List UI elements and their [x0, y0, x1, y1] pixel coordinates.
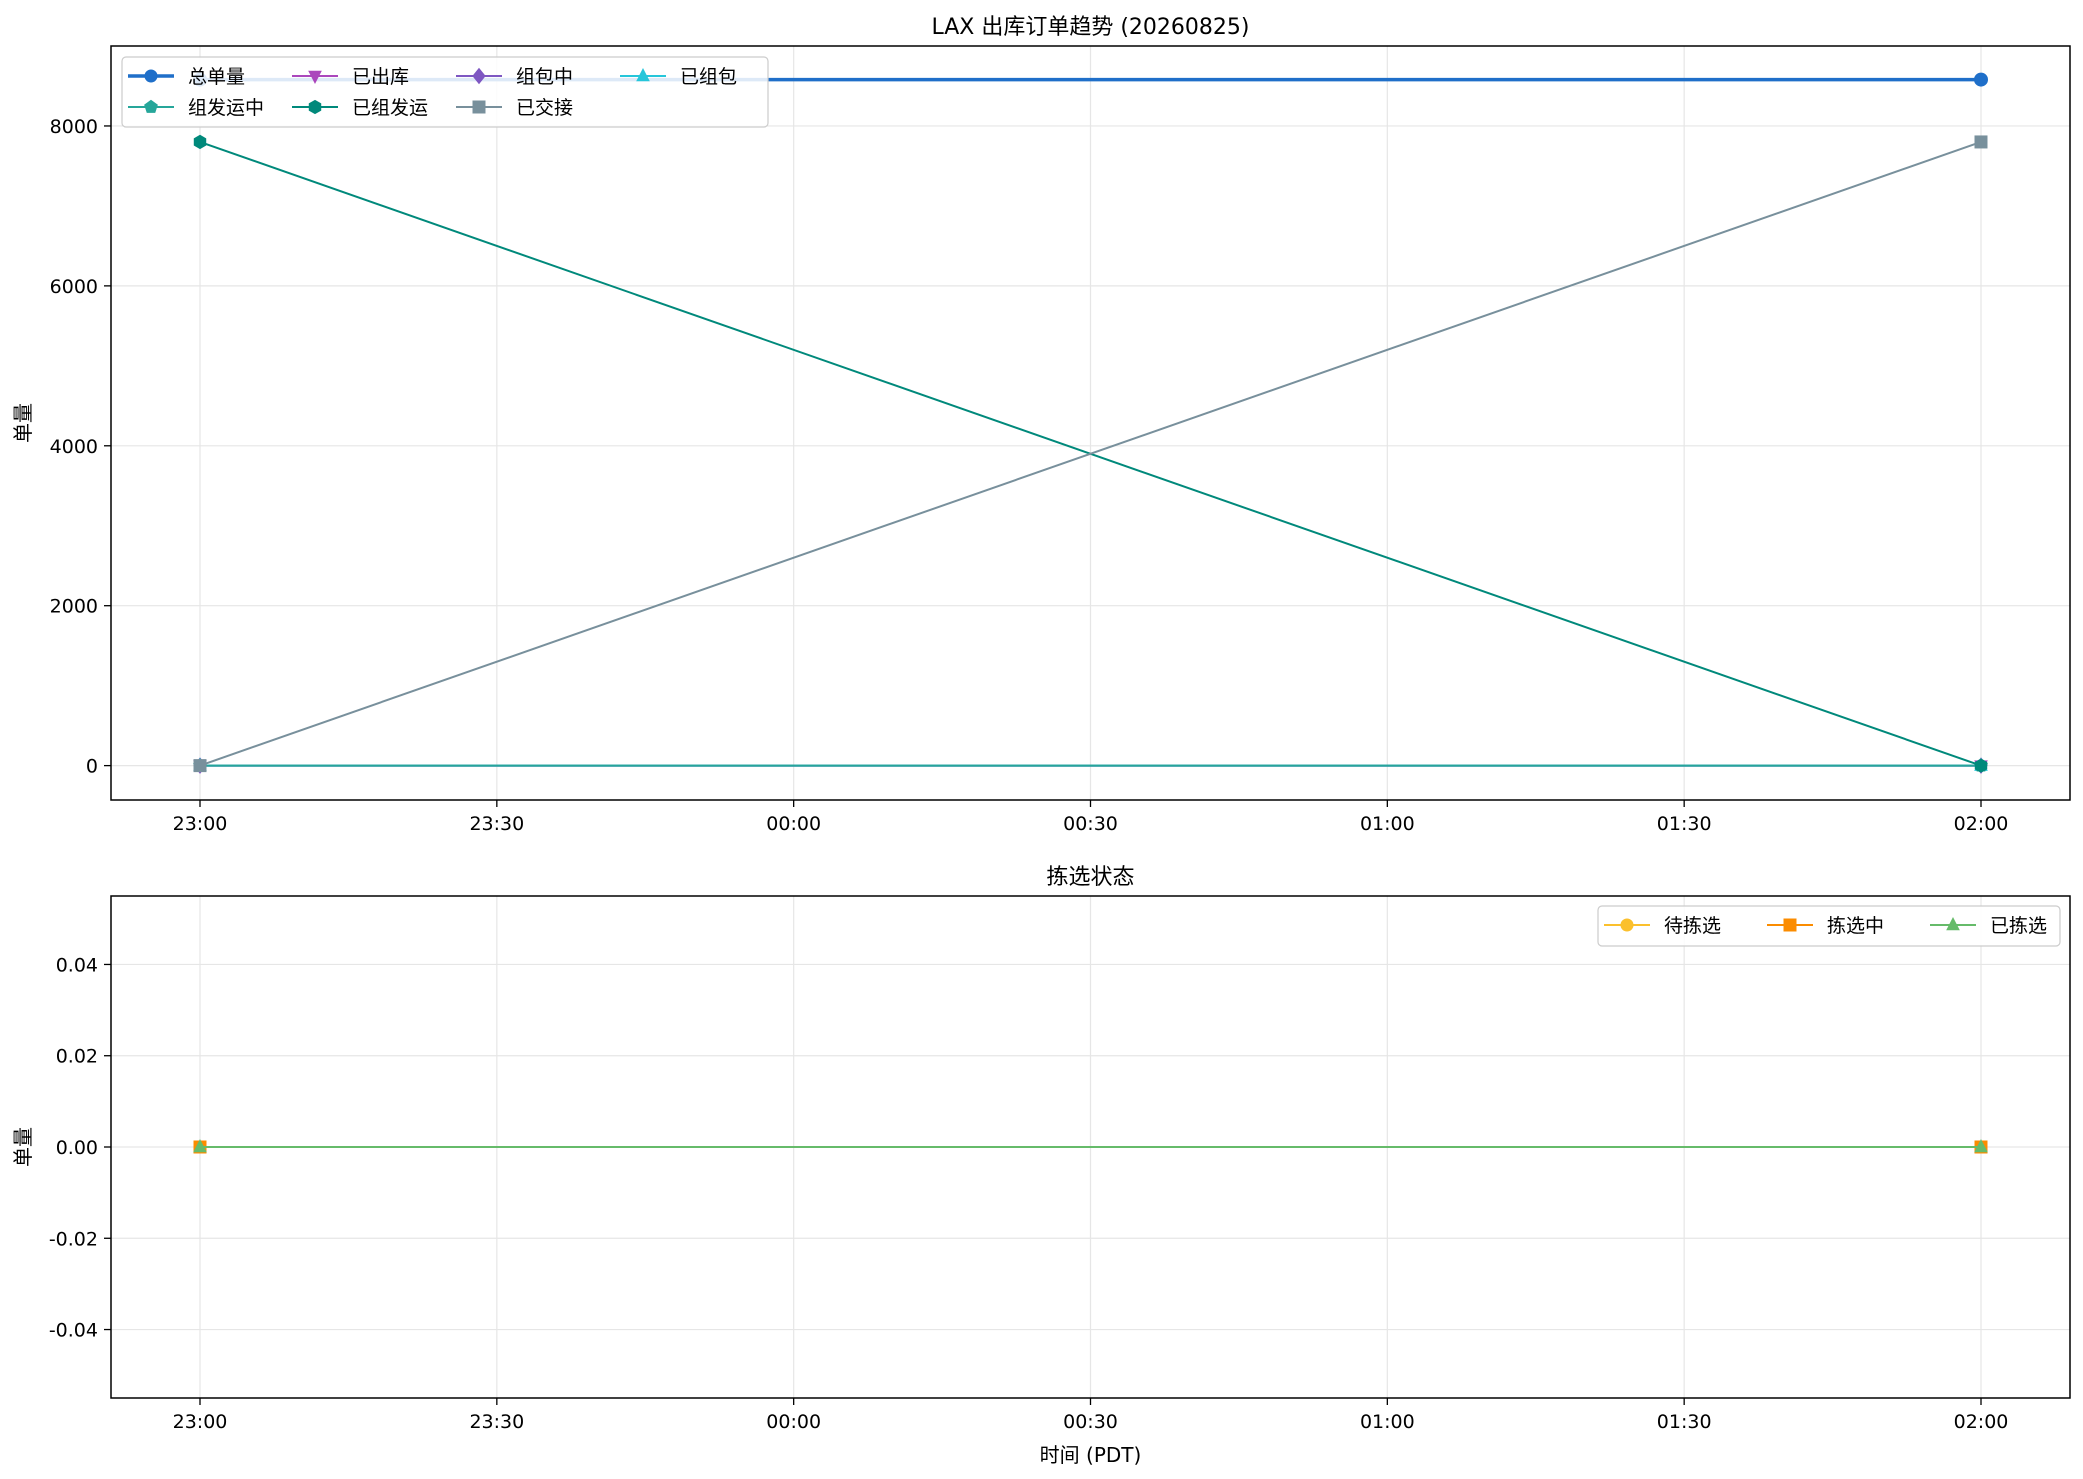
- legend-label: 已组包: [680, 66, 737, 88]
- x-tick-label: 02:00: [1954, 1411, 2009, 1433]
- x-tick-label: 23:00: [173, 813, 228, 835]
- x-tick-label: 23:30: [469, 813, 524, 835]
- y-tick-label: -0.02: [49, 1228, 98, 1250]
- legend-label: 总单量: [188, 66, 245, 88]
- x-tick-label: 00:30: [1063, 813, 1118, 835]
- legend-marker: [1783, 918, 1797, 932]
- x-tick-label: 01:30: [1657, 813, 1712, 835]
- legend-marker: [144, 69, 158, 83]
- y-axis-label: 单量: [11, 1127, 35, 1167]
- legend-label: 待拣选: [1664, 915, 1721, 937]
- x-tick-label: 01:00: [1360, 1411, 1415, 1433]
- x-tick-label: 23:30: [469, 1411, 524, 1433]
- x-tick-label: 00:30: [1063, 1411, 1118, 1433]
- legend-label: 组发运中: [188, 97, 264, 119]
- data-point: [1974, 758, 1988, 773]
- chart-panel-1: 23:00 23:30 00:00 00:30 01:00 01:30 02:00 0 2000…: [11, 15, 2071, 835]
- chart-panel-2: 23:00 23:30 00:00 00:30 01:00 01:30 02:00 -0.04…: [11, 865, 2071, 1467]
- data-point: [193, 759, 207, 773]
- y-tick-label: -0.04: [49, 1320, 98, 1342]
- x-axis-label: 时间 (PDT): [1040, 1443, 1142, 1467]
- y-tick-label: 0.04: [56, 954, 98, 976]
- chart-title: 拣选状态: [1046, 865, 1134, 890]
- y-tick-label: 8000: [50, 116, 98, 138]
- y-axis-label: 单量: [11, 403, 35, 443]
- y-tick-label: 0: [86, 756, 98, 778]
- legend-label: 已组发运: [352, 97, 428, 119]
- figure: 23:00 23:30 00:00 00:30 01:00 01:30 02:00 0 2000…: [11, 15, 2071, 1467]
- grid: [111, 46, 2070, 800]
- x-tick-label: 23:00: [173, 1411, 228, 1433]
- legend-label: 拣选中: [1827, 915, 1884, 937]
- x-tick-label: 01:00: [1360, 813, 1415, 835]
- legend-label: 组包中: [516, 66, 573, 88]
- legend-marker: [472, 100, 486, 114]
- legend-marker: [308, 99, 322, 115]
- y-tick-label: 2000: [50, 596, 98, 618]
- legend-marker: [1620, 918, 1634, 932]
- chart-title: LAX 出库订单趋势 (20260825): [931, 15, 1249, 40]
- y-tick-label: 6000: [50, 276, 98, 298]
- legend-label: 已拣选: [1990, 915, 2047, 937]
- legend: 总单量 已出库 组包中 已组包组发运中 已组发运 已交接: [121, 56, 769, 128]
- x-tick-label: 02:00: [1954, 813, 2009, 835]
- y-tick-label: 0.02: [56, 1046, 98, 1068]
- legend-label: 已出库: [352, 66, 409, 88]
- data-point: [1974, 72, 1988, 87]
- y-tick-label: 4000: [50, 436, 98, 458]
- x-tick-label: 01:30: [1657, 1411, 1712, 1433]
- legend-label: 已交接: [516, 97, 573, 119]
- data-point: [1974, 135, 1988, 149]
- legend: 待拣选 拣选中 已拣选: [1597, 905, 2061, 947]
- x-tick-label: 00:00: [766, 813, 821, 835]
- y-tick-label: 0.00: [56, 1137, 98, 1159]
- data-point: [193, 134, 207, 150]
- x-tick-label: 00:00: [766, 1411, 821, 1433]
